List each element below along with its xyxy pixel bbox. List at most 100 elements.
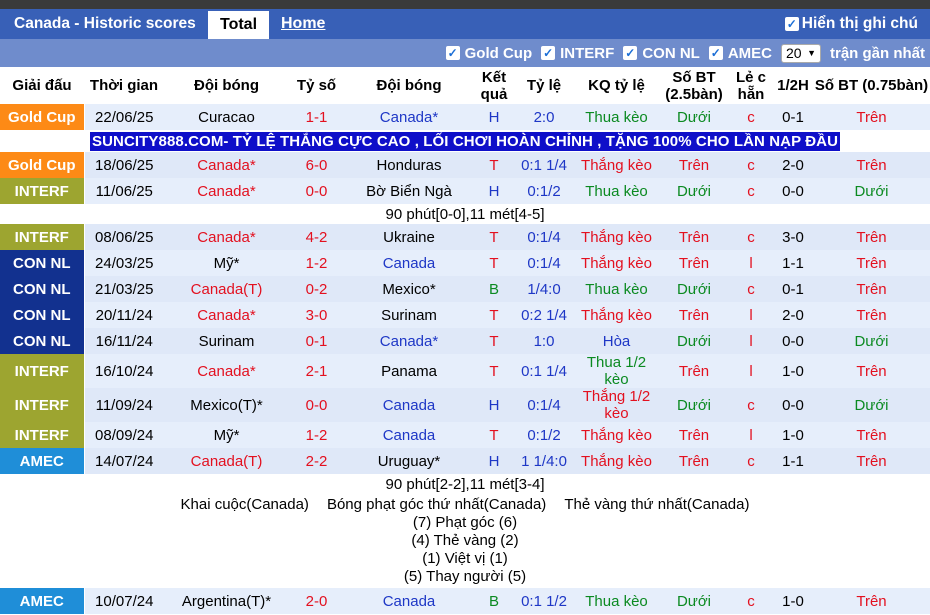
away-team[interactable]: Canada	[344, 422, 474, 448]
col-odd-even: Lẻ c hẵn	[729, 67, 773, 104]
filter-interf[interactable]: ✓ INTERF	[541, 45, 614, 62]
show-notes-toggle[interactable]: ✓ Hiển thị ghi chú	[784, 9, 918, 39]
filter-gold-cup[interactable]: ✓ Gold Cup	[445, 45, 532, 62]
match-score[interactable]: 3-0	[289, 302, 344, 328]
home-team[interactable]: Canada*	[164, 152, 289, 178]
goals-075: Dưới	[813, 328, 930, 354]
league-badge[interactable]: INTERF	[0, 224, 85, 250]
home-team[interactable]: Canada(T)	[164, 448, 289, 474]
away-team[interactable]: Canada*	[344, 328, 474, 354]
odds-result: Thua kèo	[574, 104, 659, 130]
match-score[interactable]: 2-0	[289, 588, 344, 614]
odd-even: c	[729, 152, 773, 178]
match-score[interactable]: 2-2	[289, 448, 344, 474]
league-badge[interactable]: CON NL	[0, 328, 85, 354]
home-team[interactable]: Argentina(T)*	[164, 588, 289, 614]
match-result: H	[474, 448, 514, 474]
odds-result: Thua 1/2 kèo	[574, 354, 659, 388]
league-badge[interactable]: AMEC	[0, 448, 85, 474]
away-team[interactable]: Honduras	[344, 152, 474, 178]
page-title: Canada - Historic scores	[14, 15, 196, 32]
match-score[interactable]: 6-0	[289, 152, 344, 178]
home-team[interactable]: Canada*	[164, 302, 289, 328]
odd-even: c	[729, 178, 773, 204]
away-team[interactable]: Panama	[344, 354, 474, 388]
league-badge[interactable]: INTERF	[0, 178, 85, 204]
home-team[interactable]: Mexico(T)*	[164, 388, 289, 422]
home-team[interactable]: Surinam	[164, 328, 289, 354]
home-team[interactable]: Canada*	[164, 178, 289, 204]
away-team[interactable]: Surinam	[344, 302, 474, 328]
col-home-team: Đội bóng	[164, 67, 289, 104]
show-notes-label: Hiển thị ghi chú	[801, 15, 918, 32]
league-badge[interactable]: INTERF	[0, 388, 85, 422]
match-date: 24/03/25	[84, 250, 164, 276]
odd-even: c	[729, 224, 773, 250]
tab-bar: Canada - Historic scores Total Home ✓ Hi…	[0, 9, 930, 39]
odds-result: Thua kèo	[574, 178, 659, 204]
away-team[interactable]: Uruguay*	[344, 448, 474, 474]
goals-075: Trên	[813, 250, 930, 276]
checkbox-icon[interactable]: ✓	[784, 17, 799, 31]
match-odds: 1 1/4:0	[514, 448, 574, 474]
ad-banner[interactable]: SUNCITY888.COM- TỶ LỆ THẮNG CỰC CAO , LỐ…	[89, 131, 840, 151]
league-badge[interactable]: INTERF	[0, 422, 85, 448]
league-badge[interactable]: CON NL	[0, 250, 85, 276]
away-team[interactable]: Canada	[344, 250, 474, 276]
half-time-score: 0-0	[773, 328, 813, 354]
home-team[interactable]: Canada(T)	[164, 276, 289, 302]
league-badge[interactable]: CON NL	[0, 302, 85, 328]
match-score[interactable]: 0-0	[289, 178, 344, 204]
home-team[interactable]: Curacao	[164, 104, 289, 130]
odds-result: Thắng 1/2 kèo	[574, 388, 659, 422]
away-team[interactable]: Mexico*	[344, 276, 474, 302]
match-date: 08/09/24	[84, 422, 164, 448]
away-team[interactable]: Canada	[344, 588, 474, 614]
checkbox-icon[interactable]: ✓	[541, 46, 556, 60]
table-row: CON NL 16/11/24 Surinam 0-1 Canada* T 1:0 Hòa Dư…	[0, 328, 930, 354]
home-team[interactable]: Canada*	[164, 224, 289, 250]
home-team[interactable]: Mỹ*	[164, 422, 289, 448]
match-score[interactable]: 0-0	[289, 388, 344, 422]
match-score[interactable]: 0-1	[289, 328, 344, 354]
half-time-score: 1-1	[773, 448, 813, 474]
away-team[interactable]: Bờ Biển Ngà	[344, 178, 474, 204]
match-score[interactable]: 4-2	[289, 224, 344, 250]
match-score[interactable]: 1-2	[289, 250, 344, 276]
match-score[interactable]: 1-2	[289, 422, 344, 448]
goals-075: Trên	[813, 152, 930, 178]
league-badge[interactable]: INTERF	[0, 354, 85, 388]
match-count-select[interactable]: 20 ▼	[780, 43, 821, 63]
league-badge[interactable]: AMEC	[0, 588, 85, 614]
checkbox-icon[interactable]: ✓	[708, 46, 723, 60]
away-team[interactable]: Canada	[344, 388, 474, 422]
filter-amec[interactable]: ✓ AMEC	[708, 45, 772, 62]
top-strip	[0, 0, 930, 9]
league-badge[interactable]: Gold Cup	[0, 104, 85, 130]
tab-home[interactable]: Home	[281, 9, 325, 39]
goals-25: Dưới	[659, 104, 729, 130]
half-time-score: 0-1	[773, 276, 813, 302]
away-team[interactable]: Canada*	[344, 104, 474, 130]
filter-con-nl[interactable]: ✓ CON NL	[623, 45, 700, 62]
table-row: AMEC 14/07/24 Canada(T) 2-2 Uruguay* H 1 1/4:0…	[0, 448, 930, 474]
home-team[interactable]: Mỹ*	[164, 250, 289, 276]
league-badge[interactable]: CON NL	[0, 276, 85, 302]
match-score[interactable]: 1-1	[289, 104, 344, 130]
goals-25: Dưới	[659, 588, 729, 614]
stats-firsts: Khai cuộc(Canada) Bóng phạt góc thứ nhất(…	[0, 496, 930, 514]
checkbox-icon[interactable]: ✓	[445, 46, 460, 60]
league-badge[interactable]: Gold Cup	[0, 152, 85, 178]
match-score[interactable]: 2-1	[289, 354, 344, 388]
checkbox-icon[interactable]: ✓	[623, 46, 638, 60]
tab-total[interactable]: Total	[208, 11, 269, 39]
away-team[interactable]: Ukraine	[344, 224, 474, 250]
table-row: INTERF 08/06/25 Canada* 4-2 Ukraine T 0:1/4 Thắ…	[0, 224, 930, 250]
match-date: 16/11/24	[84, 328, 164, 354]
match-date: 11/06/25	[84, 178, 164, 204]
odd-even: l	[729, 422, 773, 448]
match-result: H	[474, 178, 514, 204]
match-score[interactable]: 0-2	[289, 276, 344, 302]
home-team[interactable]: Canada*	[164, 354, 289, 388]
filter-label: CON NL	[642, 44, 700, 62]
